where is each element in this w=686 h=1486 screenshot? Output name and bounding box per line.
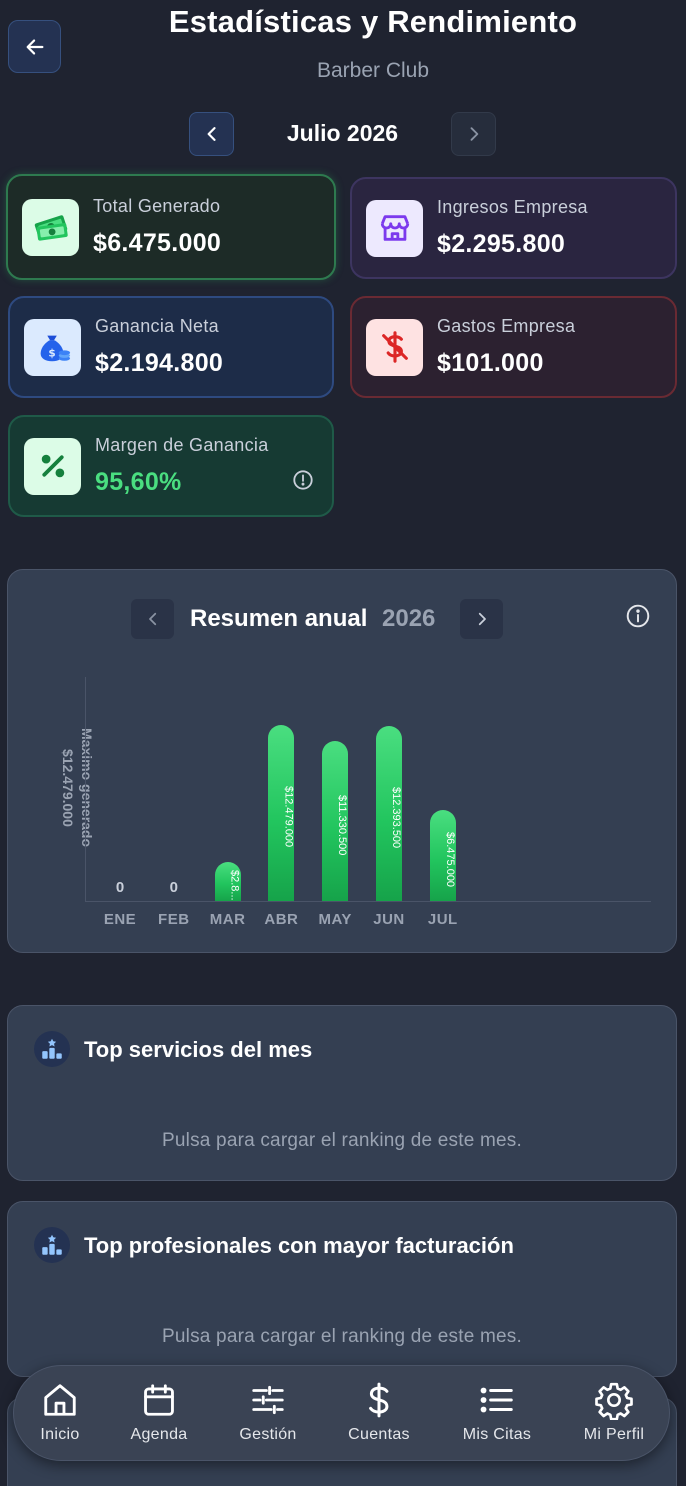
money-icon xyxy=(22,198,79,256)
store-icon xyxy=(366,199,423,257)
chart-tick-mar: MAR xyxy=(209,911,246,928)
podium-icon xyxy=(34,1227,70,1263)
chart-bar-label: $12.479.000 xyxy=(282,786,295,848)
chart-bar-mar[interactable]: $2.8... xyxy=(214,862,241,901)
chart-tick-ene: ENE xyxy=(103,911,137,928)
top-professionals-hint: Pulsa para cargar el ranking de este mes… xyxy=(162,1326,522,1347)
nav-label-cuentas: Cuentas xyxy=(348,1426,410,1443)
nav-label-mi-perfil: Mi Perfil xyxy=(583,1426,645,1443)
chart-bar-label: $11.330.500 xyxy=(336,794,349,856)
chart-zero-label: 0 xyxy=(169,879,178,896)
chart-bar-jul[interactable]: $6.475.000 xyxy=(429,810,456,901)
chart-zero-label: 0 xyxy=(115,879,125,896)
net-profit-card[interactable]: $ Ganancia Neta $2.194.800 xyxy=(8,296,334,398)
nav-item-gestion[interactable]: Gestión xyxy=(218,1366,318,1462)
chart-bars: 0 ENE 0 FEB $2.8... MAR $12.479.000 ABR $11.330.… xyxy=(8,570,678,954)
nav-item-mis-citas[interactable]: Mis Citas xyxy=(447,1366,547,1462)
chevron-left-icon xyxy=(207,127,216,141)
profit-margin-value: 95,60% xyxy=(95,468,182,496)
dollar-icon xyxy=(360,1380,398,1420)
dollar-slash-icon xyxy=(366,318,423,376)
month-next-button[interactable] xyxy=(451,112,496,156)
nav-item-mi-perfil[interactable]: Mi Perfil xyxy=(564,1366,664,1462)
month-label: Julio 2026 xyxy=(286,120,399,146)
list-icon xyxy=(478,1380,516,1420)
chart-tick-jul: JUL xyxy=(427,911,458,928)
chart-bar-abr[interactable]: $12.479.000 xyxy=(268,725,295,901)
nav-item-cuentas[interactable]: Cuentas xyxy=(329,1366,429,1462)
company-expenses-card[interactable]: Gastos Empresa $101.000 xyxy=(350,296,677,398)
nav-label-gestion: Gestión xyxy=(239,1426,297,1443)
page-subtitle: Barber Club xyxy=(316,59,430,82)
nav-label-agenda: Agenda xyxy=(130,1426,188,1443)
chart-bar-may[interactable]: $11.330.500 xyxy=(322,741,349,901)
top-services-panel[interactable]: Top servicios del mes Pulsa para cargar … xyxy=(7,1005,677,1181)
nav-item-agenda[interactable]: Agenda xyxy=(109,1366,209,1462)
top-services-hint: Pulsa para cargar el ranking de este mes… xyxy=(162,1130,522,1151)
total-generated-label: Total Generado xyxy=(93,196,221,216)
nav-item-inicio[interactable]: Inicio xyxy=(14,1366,106,1462)
total-generated-card[interactable]: Total Generado $6.475.000 xyxy=(6,174,336,280)
company-income-value: $2.295.800 xyxy=(437,230,566,258)
chart-tick-jun: JUN xyxy=(373,911,405,928)
net-profit-value: $2.194.800 xyxy=(95,349,224,377)
net-profit-label: Ganancia Neta xyxy=(95,316,219,336)
gear-icon xyxy=(594,1380,634,1420)
margin-info-icon[interactable] xyxy=(292,469,314,496)
company-income-label: Ingresos Empresa xyxy=(437,197,588,217)
money-bag-icon: $ xyxy=(24,318,81,376)
chart-tick-may: MAY xyxy=(318,911,352,928)
chart-tick-feb: FEB xyxy=(158,911,190,928)
nav-label-inicio: Inicio xyxy=(40,1426,80,1443)
chart-bar-label: $6.475.000 xyxy=(443,831,456,888)
company-expenses-value: $101.000 xyxy=(437,349,544,377)
profit-margin-label: Margen de Ganancia xyxy=(95,435,269,455)
top-professionals-panel[interactable]: Top profesionales con mayor facturación … xyxy=(7,1201,677,1377)
month-prev-button[interactable] xyxy=(189,112,234,156)
total-generated-value: $6.475.000 xyxy=(93,229,222,257)
nav-label-mis-citas: Mis Citas xyxy=(462,1426,532,1443)
arrow-left-icon xyxy=(26,38,43,55)
chart-bar-jun[interactable]: $12.393.500 xyxy=(376,726,402,901)
chart-tick-abr: ABR xyxy=(264,911,299,928)
chart-bar-label: $2.8... xyxy=(228,870,241,901)
top-services-title: Top servicios del mes xyxy=(84,1037,313,1062)
chart-bar-label: $12.393.500 xyxy=(390,786,402,849)
profit-margin-card[interactable]: Margen de Ganancia 95,60% xyxy=(8,415,334,517)
podium-icon xyxy=(34,1031,70,1067)
home-icon xyxy=(41,1380,79,1420)
company-income-card[interactable]: Ingresos Empresa $2.295.800 xyxy=(350,177,677,279)
calendar-icon xyxy=(140,1380,178,1420)
bottom-nav: Inicio Agenda Gestión Cuentas Mis Citas … xyxy=(13,1365,670,1461)
sliders-icon xyxy=(249,1380,287,1420)
page-title: Estadísticas y Rendimiento xyxy=(168,4,578,39)
top-professionals-title: Top profesionales con mayor facturación xyxy=(84,1233,514,1258)
svg-text:$: $ xyxy=(48,348,55,360)
chevron-right-icon xyxy=(470,127,478,141)
annual-summary-panel: Resumen anual 2026 Maximo generado $12.4… xyxy=(7,569,677,953)
company-expenses-label: Gastos Empresa xyxy=(437,316,576,336)
percent-icon xyxy=(24,437,81,495)
back-button[interactable] xyxy=(8,20,61,73)
